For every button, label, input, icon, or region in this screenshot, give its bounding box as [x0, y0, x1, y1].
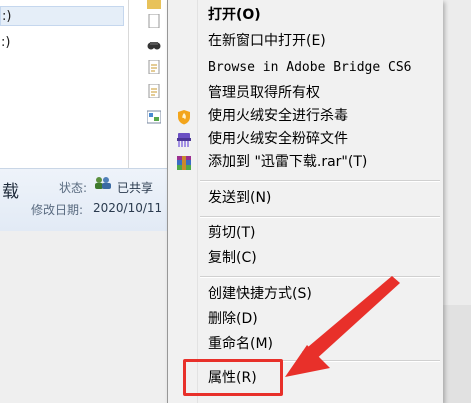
- details-pane: 载 状态: 已共享 修改日期: 2020/10/11: [0, 168, 175, 232]
- menu-item-huorong-shred-label: 使用火绒安全粉碎文件: [208, 131, 348, 147]
- file-list-pane: [129, 0, 169, 168]
- menu-item-open[interactable]: 打开(O): [168, 4, 442, 27]
- folder-icon[interactable]: [147, 0, 161, 10]
- winrar-icon: [177, 156, 191, 170]
- menu-item-copy[interactable]: 复制(C): [168, 247, 442, 270]
- menu-item-delete-label: 删除(D): [208, 311, 258, 327]
- nav-item-drive-1[interactable]: :): [0, 6, 124, 26]
- menu-item-cut-label: 剪切(T): [208, 225, 256, 241]
- huorong-shredder-icon: [177, 133, 191, 147]
- menu-item-add-to-rar-label: 添加到 "迅雷下载.rar"(T): [208, 154, 368, 170]
- menu-item-rename[interactable]: 重命名(M): [168, 333, 442, 356]
- window-background: [0, 231, 175, 403]
- blank-file-icon[interactable]: [147, 14, 161, 28]
- details-modified-label: 修改日期:: [31, 203, 84, 217]
- annotation-highlight-box: [183, 359, 283, 396]
- menu-item-copy-label: 复制(C): [208, 250, 257, 266]
- menu-item-create-shortcut-label: 创建快捷方式(S): [208, 286, 312, 302]
- menu-item-create-shortcut[interactable]: 创建快捷方式(S): [168, 283, 442, 306]
- window-edge: [443, 0, 471, 403]
- navigation-pane: :) :): [0, 0, 129, 168]
- binoculars-icon[interactable]: [147, 38, 161, 52]
- menu-item-browse-adobe-bridge[interactable]: Browse in Adobe Bridge CS6: [168, 56, 442, 79]
- screen: :) :) 载 状态: 已共享 修改日期: 2020/10/11 打开(O) 在…: [0, 0, 471, 403]
- context-menu: 打开(O) 在新窗口中打开(E) Browse in Adobe Bridge …: [167, 0, 443, 403]
- menu-item-huorong-scan[interactable]: 使用火绒安全进行杀毒: [168, 105, 442, 128]
- menu-item-open-new-window[interactable]: 在新窗口中打开(E): [168, 30, 442, 53]
- menu-item-take-ownership-label: 管理员取得所有权: [208, 85, 320, 101]
- menu-item-huorong-scan-label: 使用火绒安全进行杀毒: [208, 108, 348, 124]
- menu-item-add-to-rar[interactable]: 添加到 "迅雷下载.rar"(T): [168, 151, 442, 174]
- details-status-label: 状态:: [59, 181, 88, 195]
- menu-separator: [200, 216, 440, 218]
- menu-separator: [200, 276, 440, 278]
- shared-users-icon: [95, 177, 111, 189]
- details-file-name: 载: [2, 182, 19, 202]
- document-icon[interactable]: [147, 60, 161, 74]
- menu-item-cut[interactable]: 剪切(T): [168, 222, 442, 245]
- huorong-shield-icon: [178, 110, 190, 125]
- menu-item-open-label: 打开(O): [208, 7, 261, 23]
- nav-item-drive-2[interactable]: :): [0, 33, 124, 53]
- image-file-icon[interactable]: [147, 110, 161, 124]
- window-edge-shade: [443, 305, 471, 403]
- details-modified-value: 2020/10/11: [93, 201, 163, 215]
- menu-item-delete[interactable]: 删除(D): [168, 308, 442, 331]
- menu-item-huorong-shred[interactable]: 使用火绒安全粉碎文件: [168, 128, 442, 151]
- menu-separator: [200, 180, 440, 182]
- menu-item-send-to-label: 发送到(N): [208, 190, 272, 206]
- details-status-value: 已共享: [117, 181, 154, 195]
- document-icon[interactable]: [147, 84, 161, 98]
- menu-item-rename-label: 重命名(M): [208, 336, 274, 352]
- menu-item-open-new-window-label: 在新窗口中打开(E): [208, 33, 326, 49]
- menu-item-take-ownership[interactable]: 管理员取得所有权: [168, 82, 442, 105]
- menu-item-browse-adobe-bridge-label: Browse in Adobe Bridge CS6: [208, 60, 412, 75]
- menu-item-send-to[interactable]: 发送到(N): [168, 187, 442, 210]
